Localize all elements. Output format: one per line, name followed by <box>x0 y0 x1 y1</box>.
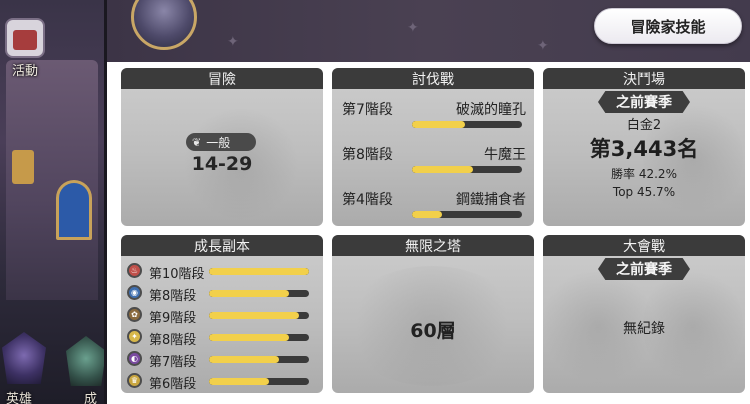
growth-stage-label: 第7階段 <box>149 355 197 370</box>
growth-nav-label: 成 <box>84 392 98 404</box>
hero-nav-label: 英雄 <box>6 392 33 404</box>
arena-place: 第3,443名 <box>589 137 699 161</box>
raid-boss-name: 鋼鐵捕食者 <box>456 192 526 208</box>
raid-row: 第8階段 牛魔王 <box>332 136 534 180</box>
card-title: 決鬥場 <box>543 68 745 89</box>
raid-progress-fill <box>412 166 473 173</box>
game-backdrop: 活動 英雄 成 <box>0 0 110 404</box>
card-title: 無限之塔 <box>332 235 534 256</box>
arena-tier: 白金2 <box>626 118 662 133</box>
fire-element-icon: ♨ <box>127 263 142 278</box>
growth-progress-fill <box>209 378 269 385</box>
difficulty-label: 一般 <box>206 135 231 150</box>
card-title: 討伐戰 <box>332 68 534 89</box>
sparkle-icon: ✦ <box>407 20 419 36</box>
growth-stage-label: 第9階段 <box>149 311 197 326</box>
growth-progress-bar <box>209 312 309 319</box>
growth-progress-fill <box>209 268 309 275</box>
event-button[interactable]: 活動 <box>0 18 50 88</box>
growth-progress-fill <box>209 356 279 363</box>
sparkle-icon: ✦ <box>537 38 549 54</box>
raid-progress-bar <box>412 211 522 218</box>
adventurer-record-panel: ✦ ✦ ✦ 冒險家技能 冒險 ❦ 一般 14-29 討伐戰 第7階段 破滅的瞳孔第… <box>104 0 750 404</box>
raid-row: 第4階段 鋼鐵捕食者 <box>332 181 534 225</box>
raid-boss-name: 破滅的瞳孔 <box>456 102 526 118</box>
earth-element-icon: ✿ <box>127 307 142 322</box>
growth-progress-fill <box>209 290 289 297</box>
calendar-icon <box>5 18 45 58</box>
raid-progress-bar <box>412 121 522 128</box>
growth-dungeon-card[interactable]: 成長副本 ♨ 第10階段 ◉ 第8階段 ✿ 第9階段 ✦ 第8階段 ◐ 第7階段 ♛ 第6階段 <box>121 235 323 393</box>
growth-dungeon-row: ✿ 第9階段 <box>121 305 323 326</box>
sparkle-icon: ✦ <box>227 34 239 50</box>
growth-progress-bar <box>209 356 309 363</box>
raid-row: 第7階段 破滅的瞳孔 <box>332 91 534 135</box>
dark-element-icon: ◐ <box>127 351 142 366</box>
raid-stage-label: 第8階段 <box>342 147 393 163</box>
hero-emblem-icon[interactable] <box>2 332 46 384</box>
growth-stage-label: 第8階段 <box>149 289 197 304</box>
growth-dungeon-row: ◐ 第7階段 <box>121 349 323 370</box>
growth-progress-fill <box>209 334 289 341</box>
card-title: 成長副本 <box>121 235 323 256</box>
season-badge: 之前賽季 <box>598 258 690 280</box>
growth-progress-bar <box>209 378 309 385</box>
guild-war-card[interactable]: 大會戰 之前賽季 無紀錄 <box>543 235 745 393</box>
raid-boss-name: 牛魔王 <box>484 147 526 163</box>
growth-emblem-icon[interactable] <box>66 336 106 386</box>
raid-stage-label: 第7階段 <box>342 102 393 118</box>
guild-war-record: 無紀錄 <box>623 321 665 337</box>
adventure-card[interactable]: 冒險 ❦ 一般 14-29 <box>121 68 323 226</box>
growth-dungeon-row: ♨ 第10階段 <box>121 261 323 282</box>
arena-win-rate: 勝率 42.2% <box>611 167 677 181</box>
growth-progress-fill <box>209 312 299 319</box>
raid-stage-label: 第4階段 <box>342 192 393 208</box>
light-element-icon: ✦ <box>127 329 142 344</box>
infinite-tower-card[interactable]: 無限之塔 60層 <box>332 235 534 393</box>
growth-dungeon-row: ◉ 第8階段 <box>121 283 323 304</box>
castle-window <box>56 180 92 240</box>
difficulty-badge: ❦ 一般 <box>186 133 256 151</box>
arena-top-percent: Top 45.7% <box>612 185 676 199</box>
event-label: 活動 <box>11 64 38 79</box>
growth-dungeon-row: ♛ 第6階段 <box>121 371 323 392</box>
arena-card[interactable]: 決鬥場 之前賽季 白金2 第3,443名 勝率 42.2% Top 45.7% <box>543 68 745 226</box>
growth-progress-bar <box>209 290 309 297</box>
raid-progress-fill <box>412 211 442 218</box>
adventure-stage: 14-29 <box>191 153 253 175</box>
growth-dungeon-row: ✦ 第8階段 <box>121 327 323 348</box>
water-element-icon: ◉ <box>127 285 142 300</box>
leaf-icon: ❦ <box>192 135 202 149</box>
raid-card[interactable]: 討伐戰 第7階段 破滅的瞳孔第8階段 牛魔王第4階段 鋼鐵捕食者 <box>332 68 534 226</box>
growth-stage-label: 第8階段 <box>149 333 197 348</box>
raid-progress-bar <box>412 166 522 173</box>
season-badge: 之前賽季 <box>598 91 690 113</box>
tower-floor: 60層 <box>410 320 456 342</box>
growth-progress-bar <box>209 268 309 275</box>
growth-stage-label: 第6階段 <box>149 377 197 392</box>
castle-window-small <box>12 150 34 184</box>
growth-progress-bar <box>209 334 309 341</box>
growth-stage-label: 第10階段 <box>149 267 205 282</box>
card-title: 大會戰 <box>543 235 745 256</box>
gold-element-icon: ♛ <box>127 373 142 388</box>
card-title: 冒險 <box>121 68 323 89</box>
adventurer-skill-button[interactable]: 冒險家技能 <box>594 8 742 44</box>
raid-progress-fill <box>412 121 465 128</box>
